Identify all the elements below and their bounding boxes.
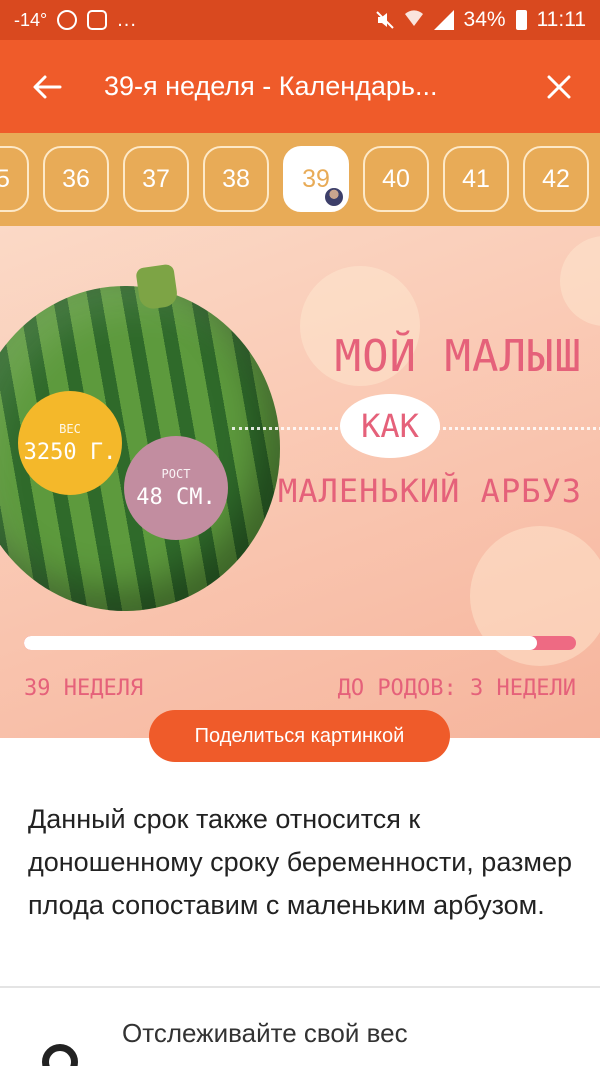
hero-caption: МОЙ МАЛЫШ КАК МАЛЕНЬКИЙ АРБУЗ [232, 331, 600, 510]
week-chip-37[interactable]: 37 [123, 146, 189, 212]
remaining-label: ДО РОДОВ: 3 НЕДЕЛИ [337, 676, 576, 701]
chrome-icon [57, 10, 78, 30]
week-selector: 35 36 37 38 39 40 41 42 [0, 133, 600, 226]
hero-kak-bubble: КАК [340, 394, 440, 458]
week-description: Данный срок также относится к доношенном… [28, 804, 573, 920]
week-chip-38[interactable]: 38 [203, 146, 269, 212]
hero-title-line1: МОЙ МАЛЫШ [334, 331, 582, 382]
progress-fill [24, 636, 538, 650]
hero-kak-row: КАК [232, 394, 600, 460]
mute-icon [375, 11, 394, 29]
avatar [323, 186, 345, 208]
more-notifications-text: ... [117, 8, 137, 31]
height-badge: РОСТ 48 СМ. [124, 436, 228, 540]
week-chip-35[interactable]: 35 [0, 146, 29, 212]
week-chip-36[interactable]: 36 [43, 146, 109, 212]
app-bar: 39-я неделя - Календарь... [0, 40, 600, 133]
week-label: 39 НЕДЕЛЯ [24, 676, 144, 701]
fetal-size-illustration: ВЕС 3250 Г. РОСТ 48 СМ. МОЙ МАЛЫШ КАК МА… [0, 226, 600, 738]
hero-footer: 39 НЕДЕЛЯ ДО РОДОВ: 3 НЕДЕЛИ [24, 676, 576, 701]
battery-percent: 34% [463, 8, 506, 31]
clock: 11:11 [536, 8, 586, 31]
week-chip-39[interactable]: 39 [283, 146, 349, 212]
height-label: РОСТ [161, 466, 191, 481]
share-image-button[interactable]: Поделиться картинкой [149, 710, 450, 762]
scale-icon [42, 1044, 78, 1066]
weight-tracker-row[interactable]: Отслеживайте свой вес [0, 988, 600, 1066]
watermelon-stem [135, 263, 179, 311]
signal-icon [433, 10, 454, 30]
temperature-text: -14° [14, 9, 48, 30]
hero-title-line2: МАЛЕНЬКИЙ АРБУЗ [278, 472, 582, 510]
pregnancy-progress-bar [24, 636, 576, 650]
weight-label: ВЕС [59, 421, 81, 436]
weight-value: 3250 Г. [23, 439, 117, 465]
weight-badge: ВЕС 3250 Г. [18, 391, 122, 495]
close-icon[interactable] [536, 64, 582, 110]
page-title: 39-я неделя - Календарь... [104, 71, 438, 101]
height-value: 48 СМ. [136, 484, 216, 510]
week-chip-42[interactable]: 42 [523, 146, 589, 212]
instagram-icon [87, 10, 108, 30]
wifi-icon [404, 9, 424, 32]
week-chip-41[interactable]: 41 [443, 146, 509, 212]
arrow-left-icon[interactable] [24, 64, 70, 110]
status-bar: -14° ... 34% 11:11 [0, 0, 600, 40]
week-chip-40[interactable]: 40 [363, 146, 429, 212]
bokeh-light [560, 236, 600, 326]
weight-tracker-label: Отслеживайте свой вес [122, 1018, 408, 1048]
battery-icon [515, 10, 527, 30]
